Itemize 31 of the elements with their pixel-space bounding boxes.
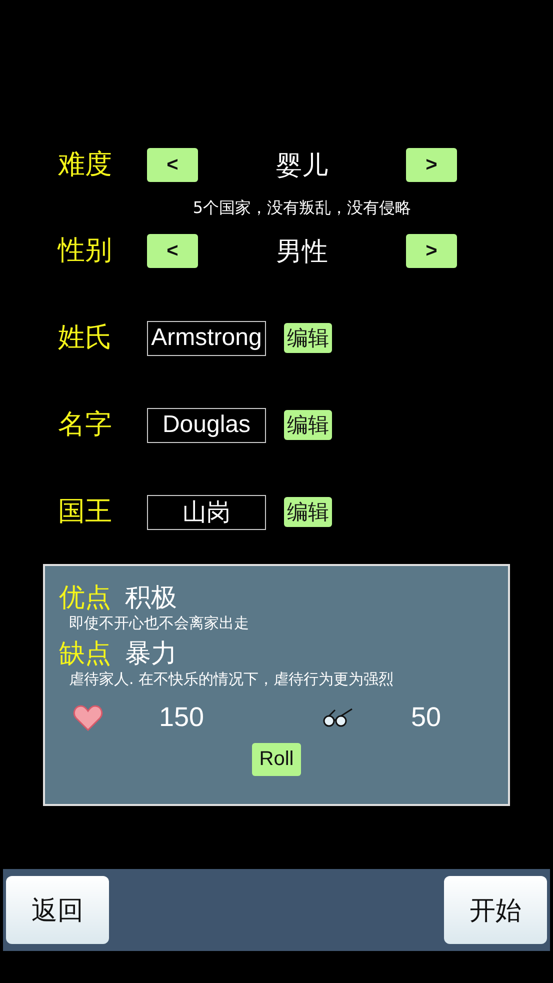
heart-icon [73, 704, 103, 730]
trait-description: 虐待家人. 在不快乐的情况下，虐待行为更为强烈 [68, 670, 395, 688]
field-label: 性别 [58, 234, 113, 268]
stat-value: 150 [159, 702, 204, 733]
field-label: 姓氏 [58, 321, 113, 355]
previous-button[interactable]: < [147, 234, 198, 268]
next-button[interactable]: > [406, 148, 457, 182]
edit-button[interactable]: 编辑 [284, 497, 332, 527]
trait-value: 暴力 [125, 638, 177, 671]
glasses-icon [320, 708, 355, 728]
trait-description: 即使不开心也不会离家出走 [68, 614, 250, 632]
previous-button[interactable]: < [147, 148, 198, 182]
back-button[interactable]: 返回 [6, 876, 109, 944]
edit-button[interactable]: 编辑 [284, 410, 332, 440]
start-button[interactable]: 开始 [444, 876, 547, 944]
field-label: 难度 [58, 148, 113, 182]
selector-value: 男性 [275, 236, 329, 268]
trait-label: 缺点 [59, 638, 111, 671]
field-label: 国王 [58, 495, 113, 529]
next-button[interactable]: > [406, 234, 457, 268]
field-label: 名字 [58, 408, 113, 442]
name-field[interactable]: Douglas [147, 408, 266, 442]
trait-value: 积极 [125, 582, 177, 615]
roll-button[interactable]: Roll [252, 743, 301, 776]
name-field[interactable]: Armstrong [147, 320, 266, 356]
trait-label: 优点 [59, 582, 111, 615]
difficulty-description: 5个国家，没有叛乱，没有侵略 [192, 198, 412, 218]
edit-button[interactable]: 编辑 [284, 323, 332, 353]
name-field[interactable]: 山岗 [147, 494, 266, 530]
stat-value: 50 [410, 702, 442, 733]
selector-value: 婴儿 [275, 150, 329, 182]
